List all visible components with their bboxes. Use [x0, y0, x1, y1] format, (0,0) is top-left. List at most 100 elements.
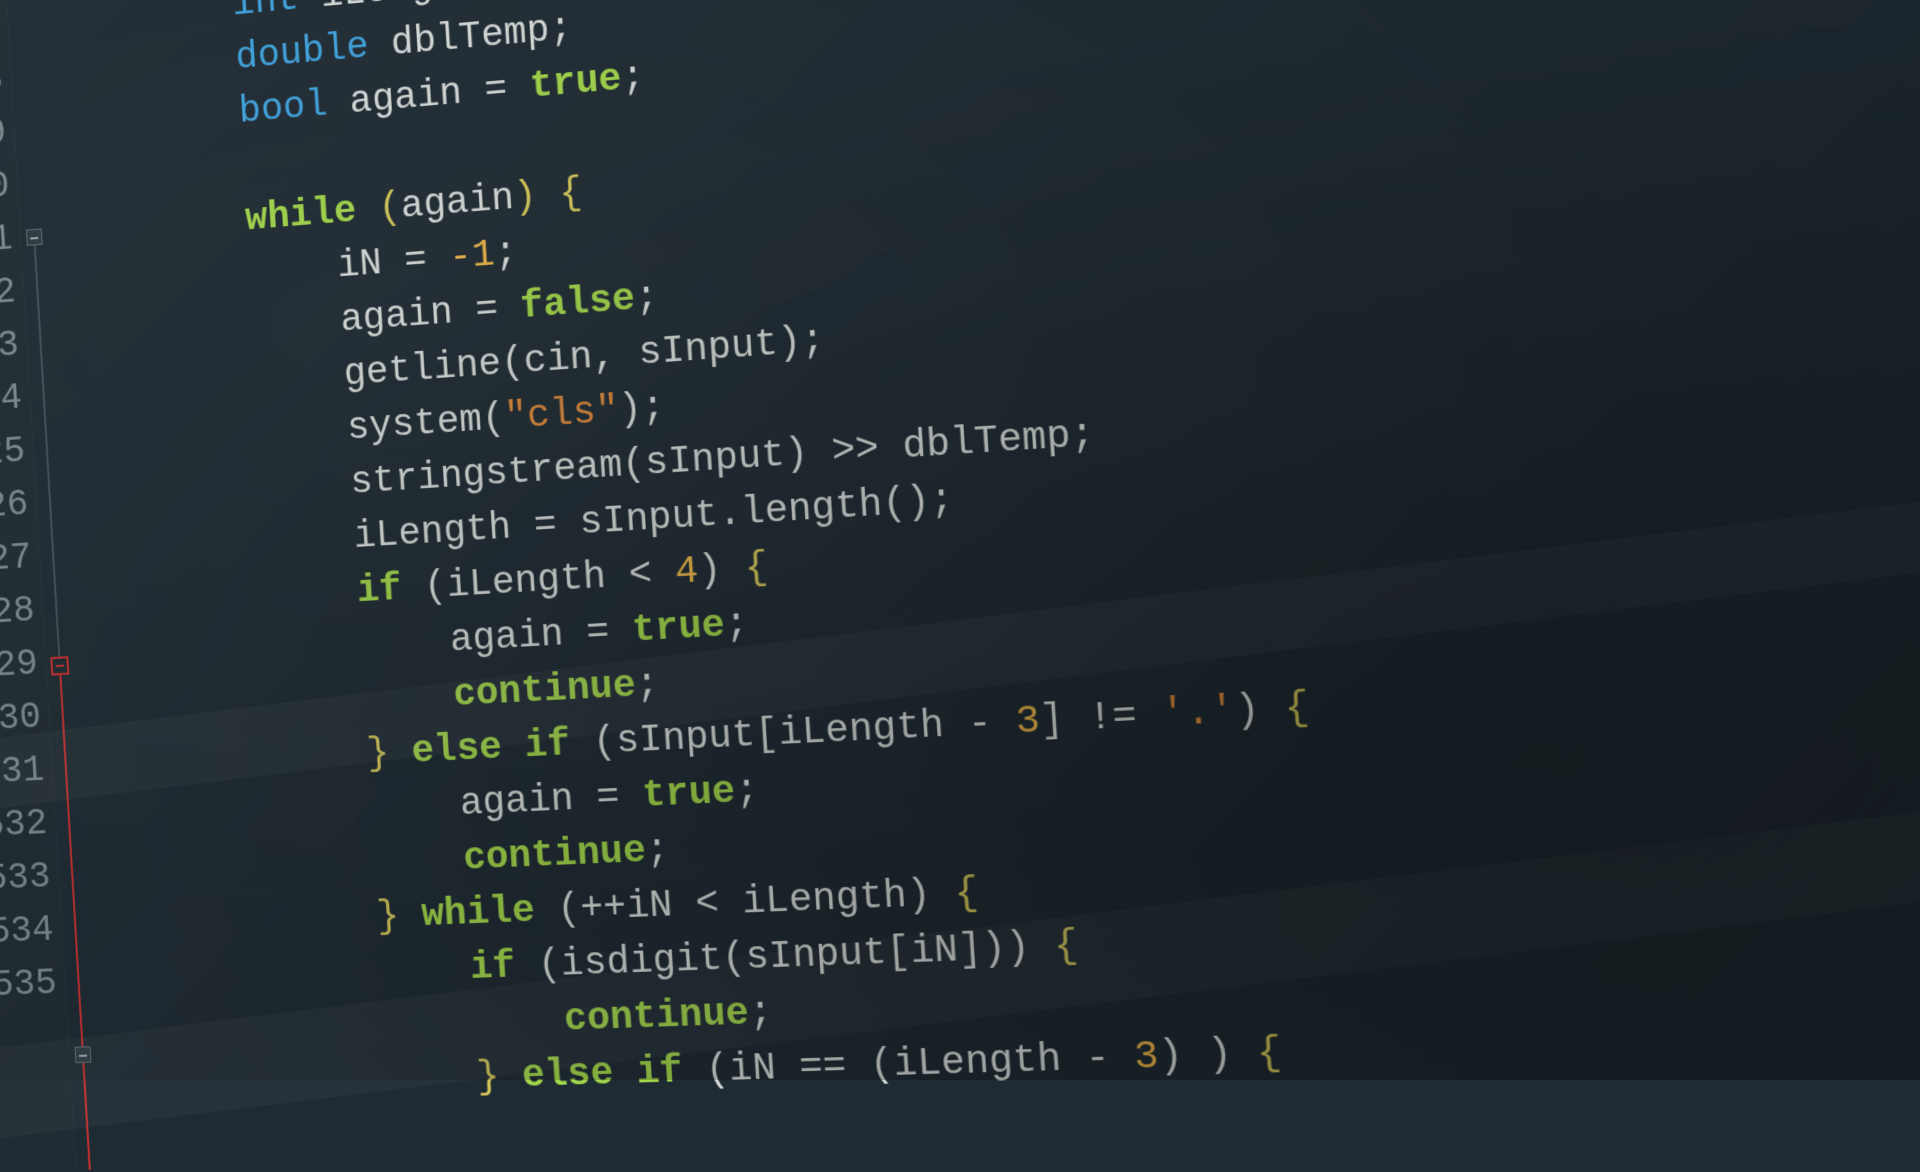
code-token: ) — [905, 872, 955, 918]
code-token — [535, 173, 560, 218]
code-token: double — [234, 25, 370, 80]
code-token: continue — [462, 829, 647, 880]
code-token: { — [743, 545, 769, 590]
code-token: again — [400, 176, 515, 228]
code-token: sInput — [578, 493, 719, 545]
code-token: iN — [625, 883, 674, 928]
code-token: ( — [681, 1048, 730, 1093]
code-token: '.' — [1160, 689, 1236, 737]
code-token: ; — [748, 991, 774, 1036]
code-token: length — [740, 482, 884, 535]
code-token: sInput — [744, 931, 888, 980]
code-token: again — [449, 613, 565, 662]
code-token: continue — [452, 664, 637, 717]
code-token: sInput — [644, 433, 786, 486]
code-token: , — [477, 0, 525, 3]
code-token: (); — [881, 478, 955, 527]
line-number: 533 — [0, 850, 52, 906]
line-number: 524 — [0, 372, 23, 430]
code-editor[interactable]: 1617181920215225235245255265275285295305… — [0, 0, 1920, 1172]
line-number: 522 — [0, 265, 17, 323]
code-token: dblTemp — [390, 8, 551, 65]
line-number: 21 — [0, 212, 14, 271]
code-token: ( — [569, 720, 618, 766]
line-number: 529 — [0, 637, 39, 694]
code-token: "cls" — [503, 389, 620, 440]
code-token: true — [641, 770, 736, 818]
line-number: 17 — [0, 0, 1, 59]
code-token: < — [605, 551, 677, 598]
code-token: < — [671, 881, 743, 927]
code-token: ; — [634, 275, 660, 320]
code-token: else if — [410, 722, 571, 773]
code-token: == ( — [774, 1043, 895, 1091]
code-token: ) ) — [1157, 1031, 1258, 1079]
code-token — [105, 783, 461, 842]
code-token: if — [356, 567, 403, 612]
code-token — [388, 730, 413, 774]
code-token: iLength — [741, 874, 908, 924]
code-token: getline — [343, 342, 503, 396]
code-token — [111, 896, 378, 949]
code-token: -1 — [448, 233, 496, 279]
code-token: ( — [500, 340, 525, 385]
code-token: ; — [724, 602, 750, 647]
code-token: iLength — [777, 704, 945, 756]
line-number: 527 — [0, 531, 33, 588]
code-token: ); — [776, 318, 826, 365]
code-token: { — [1255, 1030, 1283, 1076]
code-token: { — [1283, 685, 1311, 731]
code-token: = — [461, 65, 532, 114]
code-token: { — [558, 171, 584, 216]
fold-error-marker-icon[interactable] — [50, 656, 69, 675]
code-token: { — [953, 871, 980, 916]
code-token: 3 — [1014, 699, 1041, 745]
code-token: = — [451, 286, 522, 334]
line-number: 19 — [0, 106, 8, 165]
code-token — [498, 1054, 523, 1098]
code-token: true — [631, 603, 726, 652]
code-token: ) >> — [783, 425, 904, 477]
fold-collapse-icon[interactable] — [74, 1046, 91, 1063]
code-token: } — [475, 1055, 500, 1099]
code-token: ; — [620, 55, 646, 100]
code-area[interactable]: string sInput; int iLength, iN; double d… — [34, 0, 1920, 1169]
code-token — [121, 1056, 478, 1109]
line-number: 535 — [0, 957, 58, 1013]
code-token: ( — [481, 397, 506, 442]
code-token: ) — [697, 547, 746, 593]
code-token: ( — [721, 936, 747, 981]
code-token — [102, 733, 368, 788]
code-token: cin — [523, 335, 594, 383]
code-token: true — [529, 57, 623, 108]
code-token: 3 — [1133, 1034, 1160, 1080]
line-number: 534 — [0, 904, 55, 960]
code-token: sInput — [637, 322, 779, 376]
code-token: while — [244, 189, 357, 241]
code-token: isdigit — [560, 937, 724, 986]
code-token: ; — [634, 663, 660, 708]
line-number: 526 — [0, 478, 30, 536]
code-token: ) — [513, 175, 538, 220]
code-token — [114, 946, 471, 1002]
code-token: ])) — [957, 924, 1056, 972]
fold-collapse-icon[interactable] — [26, 228, 43, 246]
code-token — [355, 187, 380, 232]
code-token: again — [348, 71, 463, 124]
code-token: ; — [493, 231, 518, 276]
code-token: int — [231, 0, 300, 26]
code-token: iN — [728, 1046, 777, 1091]
code-token: while — [420, 889, 536, 937]
code-token — [326, 81, 351, 126]
code-token — [60, 37, 237, 95]
code-token: , — [591, 332, 640, 379]
code-token — [92, 570, 358, 628]
code-token: { — [1053, 923, 1080, 968]
code-token — [118, 998, 566, 1056]
code-token: continue — [563, 992, 750, 1042]
code-token: if — [469, 945, 517, 990]
code-token — [64, 91, 241, 148]
code-token: ; — [645, 828, 671, 873]
code-token: ) — [1234, 686, 1286, 733]
code-token: ( — [400, 565, 448, 611]
